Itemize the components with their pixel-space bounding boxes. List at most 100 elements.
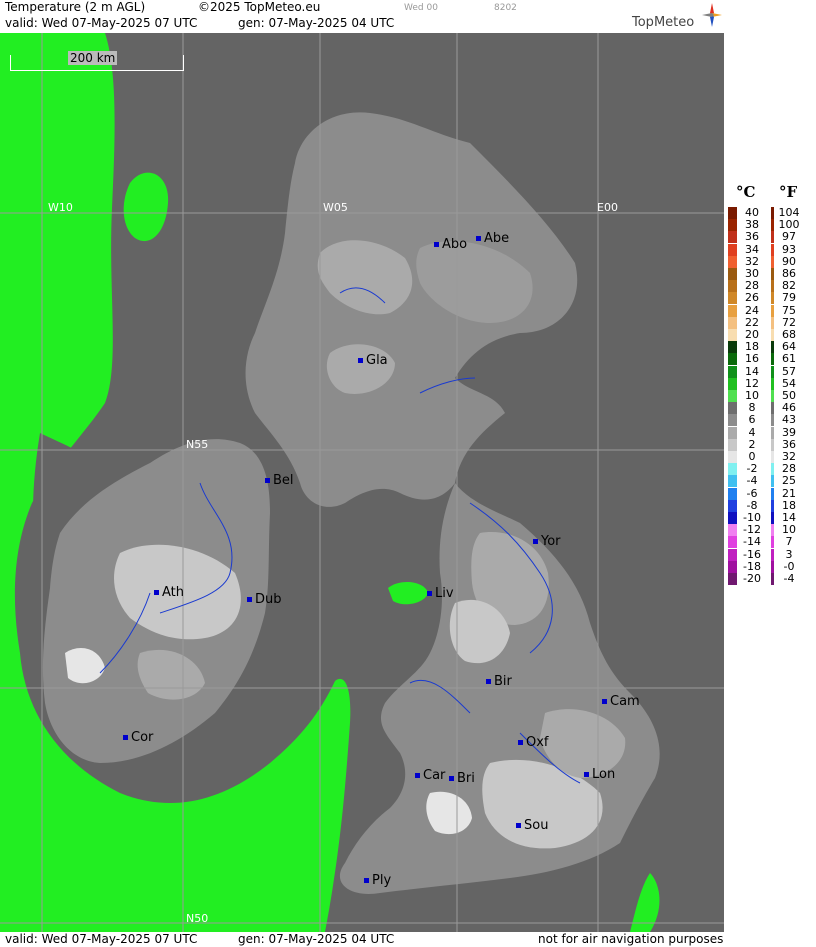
city-car[interactable]: Car	[415, 768, 445, 783]
legend-swatch-c	[728, 390, 737, 402]
legend-tick-f: 90	[782, 254, 796, 268]
legend-tick-f: -0	[783, 559, 795, 573]
color-legend: °C °F 40 104 38 100 36 97 34 93 32 90 30 86 28 82 26 79…	[724, 0, 816, 947]
city-marker	[518, 740, 523, 745]
valid-time: valid: Wed 07-May-2025 07 UTC	[5, 16, 198, 30]
legend-swatch-c	[728, 255, 737, 268]
city-marker	[364, 878, 369, 883]
legend-swatch-c	[728, 207, 737, 219]
legend-tick-c: 28	[745, 279, 759, 293]
city-bir[interactable]: Bir	[486, 674, 512, 689]
legend-tick-c: -4	[746, 474, 758, 488]
city-marker	[584, 772, 589, 777]
city-marker	[123, 735, 128, 740]
legend-tick-c: 20	[745, 328, 759, 341]
city-oxf[interactable]: Oxf	[518, 735, 549, 750]
city-abe[interactable]: Abe	[476, 231, 509, 246]
city-marker	[449, 776, 454, 781]
legend-tick-c: 6	[748, 413, 756, 427]
legend-tick-c: 22	[745, 315, 759, 329]
legend-tick-f: 7	[785, 535, 793, 549]
legend-tick-f: 36	[782, 437, 796, 451]
legend-tick-c: 2	[748, 437, 756, 451]
legend-swatch-c	[728, 365, 737, 378]
legend-tick-c: 34	[745, 242, 759, 256]
legend-tick-f: 64	[782, 340, 796, 354]
legend-tick-f: 54	[782, 376, 796, 390]
city-sou[interactable]: Sou	[516, 818, 548, 833]
sea-green-blob	[123, 172, 169, 242]
legend-tick-f: 25	[782, 474, 796, 488]
scale-bar: 200 km	[10, 51, 184, 71]
legend-swatch-c	[728, 548, 737, 561]
legend-tick-f: 18	[782, 498, 796, 512]
legend-tick-c: 10	[745, 389, 759, 402]
legend-tick-f: 104	[778, 206, 800, 219]
legend-swatch-c	[728, 414, 737, 427]
legend-swatch-c	[728, 487, 737, 500]
footer-valid: valid: Wed 07-May-2025 07 UTC	[5, 932, 198, 946]
city-dub[interactable]: Dub	[247, 592, 282, 607]
legend-tick-f: -4	[783, 572, 795, 585]
copyright: ©2025 TopMeteo.eu	[198, 0, 321, 14]
legend-tick-f: 68	[782, 328, 796, 341]
legend-tick-c: 18	[745, 340, 759, 354]
city-ath[interactable]: Ath	[154, 585, 184, 600]
legend-unit-fahrenheit: °F	[779, 183, 798, 201]
topmeteo-logo[interactable]: TopMeteo	[630, 3, 724, 33]
legend-tick-c: -8	[746, 498, 758, 512]
legend-tick-c: 4	[748, 425, 756, 439]
legend-tick-c: 8	[748, 401, 756, 415]
city-marker	[516, 823, 521, 828]
sea-green-irish	[388, 581, 428, 605]
legend-swatch-c	[728, 499, 737, 512]
legend-tick-f: 82	[782, 279, 796, 293]
city-marker	[247, 597, 252, 602]
city-abo[interactable]: Abo	[434, 237, 467, 252]
legend-tick-f: 21	[782, 486, 796, 500]
legend-swatch-c	[728, 377, 737, 390]
header: Temperature (2 m AGL) ©2025 TopMeteo.eu …	[0, 0, 724, 33]
city-marker	[358, 358, 363, 363]
legend-tick-f: 32	[782, 450, 796, 463]
city-yor[interactable]: Yor	[533, 534, 561, 549]
legend-swatch-c	[728, 573, 737, 585]
city-marker	[434, 242, 439, 247]
city-ply[interactable]: Ply	[364, 873, 391, 888]
legend-swatch-c	[728, 426, 737, 439]
legend-tick-f: 86	[782, 267, 796, 280]
city-liv[interactable]: Liv	[427, 586, 454, 601]
legend-swatch-c	[728, 438, 737, 451]
legend-tick-c: 38	[745, 218, 759, 232]
city-gla[interactable]: Gla	[358, 353, 388, 368]
city-cor[interactable]: Cor	[123, 730, 153, 745]
city-marker	[265, 478, 270, 483]
legend-tick-c: -6	[746, 486, 758, 500]
code-label: 8202	[494, 3, 517, 13]
legend-swatch-c	[728, 536, 737, 549]
city-bri[interactable]: Bri	[449, 771, 475, 786]
city-lon[interactable]: Lon	[584, 767, 615, 782]
legend-tick-c: 14	[745, 364, 759, 378]
legend-swatch-c	[728, 512, 737, 524]
grid-label-w05: W05	[323, 201, 348, 214]
legend-tick-f: 79	[782, 291, 796, 305]
city-marker	[415, 773, 420, 778]
grid-label-e00: E00	[597, 201, 618, 214]
legend-swatch-c	[728, 451, 737, 463]
city-cam[interactable]: Cam	[602, 694, 640, 709]
footer-gen: gen: 07-May-2025 04 UTC	[238, 932, 395, 946]
legend-tick-f: 75	[782, 303, 796, 317]
temperature-map[interactable]: 200 km W10 W05 E00 N55 N50 Abo Abe Gla B…	[0, 33, 724, 932]
legend-swatch-c	[728, 341, 737, 354]
grid-label-n50: N50	[186, 912, 209, 925]
legend-tick-f: 46	[782, 401, 796, 415]
legend-swatch-c	[728, 316, 737, 329]
legend-tick-f: 93	[782, 242, 796, 256]
legend-swatch-c	[728, 524, 737, 537]
compass-icon	[702, 3, 722, 27]
legend-tick-c: -12	[743, 523, 761, 537]
legend-tick-f: 57	[782, 364, 796, 378]
legend-swatch-c	[728, 280, 737, 293]
city-bel[interactable]: Bel	[265, 473, 294, 488]
